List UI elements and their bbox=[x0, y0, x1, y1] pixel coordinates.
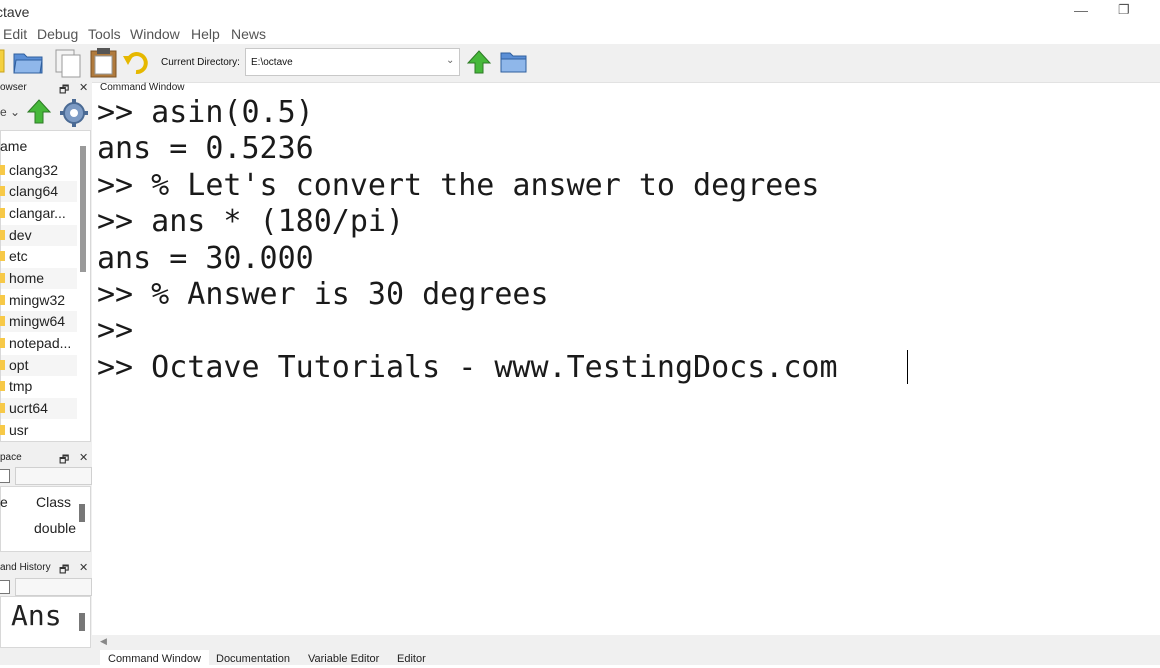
folder-icon bbox=[0, 208, 5, 218]
tab-documentation[interactable]: Documentation bbox=[208, 650, 298, 665]
folder-icon bbox=[0, 230, 5, 240]
history-close-icon[interactable]: ✕ bbox=[79, 561, 88, 574]
workspace-close-icon[interactable]: ✕ bbox=[79, 451, 88, 464]
paste-icon[interactable] bbox=[88, 46, 120, 78]
current-directory-combo[interactable]: E:\octave ⌄ bbox=[245, 48, 460, 76]
workspace-name-header[interactable]: e bbox=[0, 494, 8, 510]
console-line: >> % Let's convert the answer to degrees bbox=[97, 168, 820, 203]
tab-variable-editor[interactable]: Variable Editor bbox=[300, 650, 387, 665]
file-item[interactable]: usr bbox=[0, 420, 77, 441]
history-filter-combo[interactable] bbox=[15, 578, 92, 596]
folder-icon bbox=[0, 186, 5, 196]
workspace-filter-combo[interactable] bbox=[15, 467, 92, 485]
folder-icon bbox=[0, 316, 5, 326]
folder-icon bbox=[0, 360, 5, 370]
command-window-title: Command Window bbox=[100, 82, 185, 93]
workspace-scrollbar[interactable] bbox=[79, 504, 85, 522]
folder-icon bbox=[0, 381, 5, 391]
file-browser-name-header[interactable]: ame bbox=[0, 138, 27, 154]
file-browser-close-icon[interactable]: ✕ bbox=[79, 81, 88, 94]
file-item[interactable]: clang64 bbox=[0, 181, 77, 202]
file-item[interactable]: ucrt64 bbox=[0, 398, 77, 419]
undo-icon[interactable] bbox=[122, 48, 152, 76]
file-browser-scrollbar[interactable] bbox=[80, 146, 86, 272]
menu-edit[interactable]: Edit bbox=[3, 26, 27, 42]
title-bar: ctave bbox=[0, 0, 1160, 24]
console-line: >> % Answer is 30 degrees bbox=[97, 277, 549, 312]
browse-directory-folder-icon[interactable] bbox=[499, 48, 529, 76]
folder-icon bbox=[0, 295, 5, 305]
workspace-class-cell: double bbox=[34, 520, 77, 536]
minimize-button[interactable]: — bbox=[1074, 2, 1088, 18]
menu-window[interactable]: Window bbox=[130, 26, 180, 42]
console-line: ans = 0.5236 bbox=[97, 131, 314, 166]
folder-icon bbox=[0, 403, 5, 413]
history-scrollbar[interactable] bbox=[79, 613, 85, 631]
file-item[interactable]: tmp bbox=[0, 376, 77, 397]
console-line: >> ans * (180/pi) bbox=[97, 204, 405, 239]
menu-help[interactable]: Help bbox=[191, 26, 220, 42]
file-browser-settings-gear-icon[interactable] bbox=[59, 98, 89, 128]
scroll-left-icon[interactable]: ◀ bbox=[100, 636, 107, 647]
file-item[interactable]: opt bbox=[0, 355, 77, 376]
workspace-class-header[interactable]: Class bbox=[36, 494, 71, 510]
copy-icon[interactable] bbox=[52, 46, 84, 78]
file-browser-filter-combo[interactable]: e ⌄ bbox=[0, 105, 20, 119]
file-item[interactable]: dev bbox=[0, 225, 77, 246]
console-line: ans = 30.000 bbox=[97, 241, 314, 276]
command-window-hscrollbar[interactable]: ◀ bbox=[92, 635, 1160, 650]
workspace-table[interactable]: e Class double bbox=[0, 486, 91, 552]
parent-directory-up-arrow-icon[interactable] bbox=[466, 49, 492, 75]
chevron-down-icon: ⌄ bbox=[446, 55, 455, 66]
console-line: >> Octave Tutorials - www.TestingDocs.co… bbox=[97, 350, 838, 385]
menu-debug[interactable]: Debug bbox=[37, 26, 78, 42]
menu-tools[interactable]: Tools bbox=[88, 26, 121, 42]
file-browser-up-arrow-icon[interactable] bbox=[26, 98, 52, 126]
history-entry[interactable]: Ans bbox=[11, 599, 62, 632]
console-line: >> bbox=[97, 313, 134, 348]
new-file-icon[interactable] bbox=[0, 48, 6, 74]
console-line: >> asin(0.5) bbox=[97, 95, 314, 130]
workspace-filter-checkbox[interactable] bbox=[0, 469, 10, 483]
file-item[interactable]: notepad... bbox=[0, 333, 77, 354]
folder-icon bbox=[0, 273, 5, 283]
history-filter-checkbox[interactable] bbox=[0, 580, 10, 594]
folder-icon bbox=[0, 338, 5, 348]
current-directory-label: Current Directory: bbox=[161, 57, 240, 68]
tab-command-window[interactable]: Command Window bbox=[100, 650, 209, 665]
current-directory-value: E:\octave bbox=[251, 57, 293, 68]
tab-editor[interactable]: Editor bbox=[389, 650, 434, 665]
text-caret bbox=[907, 350, 908, 384]
folder-icon bbox=[0, 165, 5, 175]
file-item[interactable]: mingw64 bbox=[0, 311, 77, 332]
file-browser-title: owser bbox=[0, 82, 27, 93]
workspace-title: pace bbox=[0, 452, 22, 463]
file-item[interactable]: mingw32 bbox=[0, 290, 77, 311]
file-browser-list[interactable]: ame clang32 clang64 clangar... dev etc h… bbox=[0, 130, 91, 442]
history-title: and History bbox=[0, 562, 51, 573]
folder-icon bbox=[0, 425, 5, 435]
open-folder-icon[interactable] bbox=[12, 48, 44, 76]
command-window[interactable]: >> asin(0.5) ans = 0.5236 >> % Let's con… bbox=[92, 95, 1160, 635]
restore-button[interactable]: ❐ bbox=[1118, 2, 1130, 18]
file-item[interactable]: home bbox=[0, 268, 77, 289]
folder-icon bbox=[0, 251, 5, 261]
history-list[interactable]: Ans bbox=[0, 596, 91, 648]
file-item[interactable]: etc bbox=[0, 246, 77, 267]
menu-news[interactable]: News bbox=[231, 26, 266, 42]
window-title: ctave bbox=[0, 4, 30, 20]
file-item[interactable]: clang32 bbox=[0, 160, 77, 181]
file-item[interactable]: clangar... bbox=[0, 203, 77, 224]
